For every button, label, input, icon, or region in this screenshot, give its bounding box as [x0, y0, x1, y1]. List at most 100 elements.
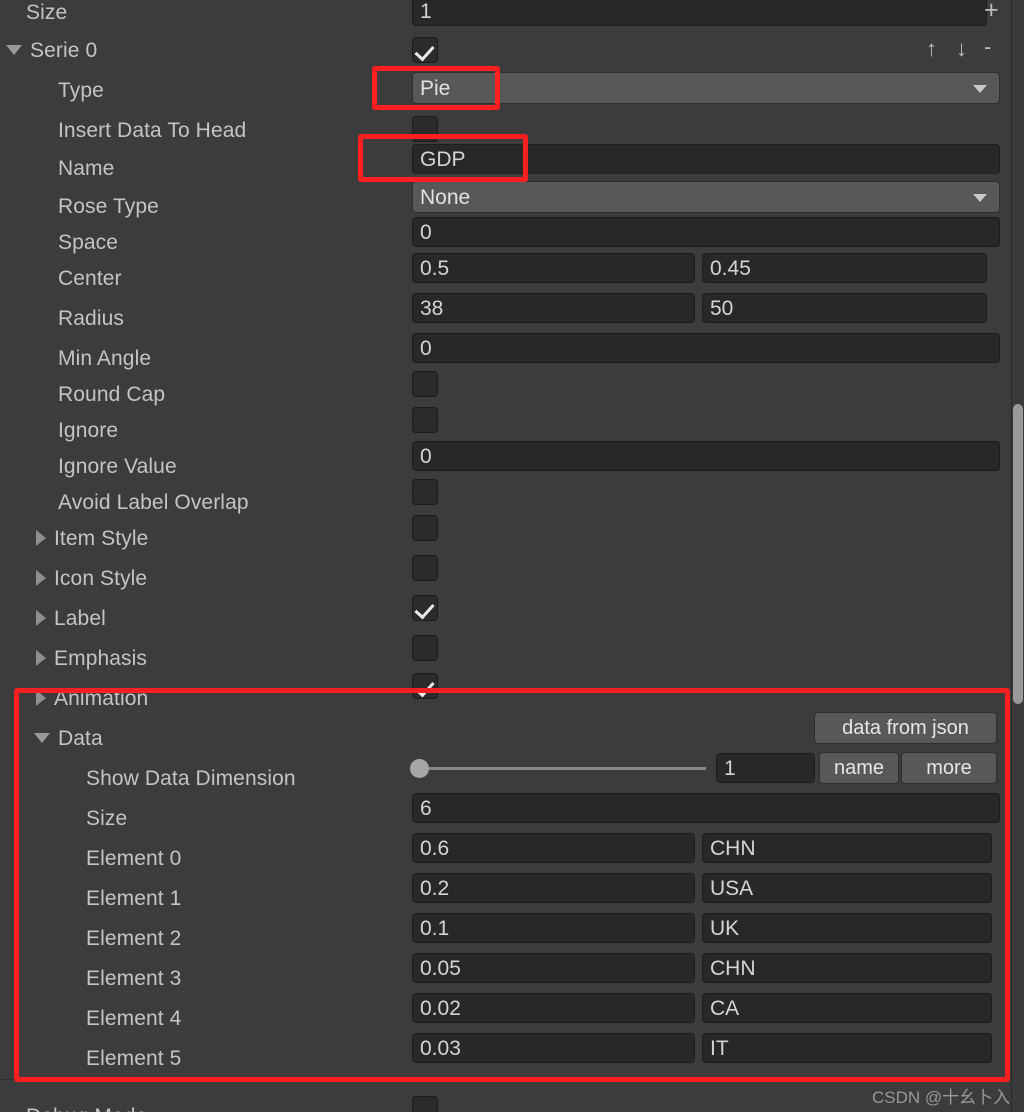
label-foldout[interactable]: Label: [0, 608, 106, 629]
row-label[interactable]: Label: [0, 598, 1012, 638]
data-foldout[interactable]: Data: [0, 728, 103, 749]
chevron-right-icon: [36, 530, 46, 546]
icon-style-foldout[interactable]: Icon Style: [0, 568, 147, 589]
element-1-label: Element 1: [86, 886, 182, 910]
name-label: Name: [58, 156, 115, 180]
type-dropdown[interactable]: Pie: [412, 72, 1000, 104]
element-1-value-input[interactable]: 0.2: [412, 873, 695, 903]
serie-header-label: Serie 0: [30, 38, 98, 62]
data-size-input[interactable]: 6: [412, 793, 1000, 823]
space-input[interactable]: 0: [412, 217, 1000, 247]
animation-checkbox[interactable]: [412, 673, 438, 699]
center-x-input[interactable]: 0.5: [412, 253, 695, 283]
unity-inspector-panel: Size 1 + Serie 0 ↑ ↓ - Type Pie Insert D…: [0, 0, 1024, 1112]
insert-data-to-head-checkbox[interactable]: [412, 116, 438, 142]
element-0-label: Element 0: [86, 846, 182, 870]
footer-divider: [0, 1079, 1012, 1080]
avoid-label-overlap-label: Avoid Label Overlap: [58, 490, 249, 514]
size-label: Size: [26, 0, 68, 24]
row-debug-mode: Debug Mode: [0, 1096, 1012, 1112]
radius-inner-input[interactable]: 38: [412, 293, 695, 323]
chevron-down-icon: [34, 733, 50, 743]
element-3-value-input[interactable]: 0.05: [412, 953, 695, 983]
element-4-value-input[interactable]: 0.02: [412, 993, 695, 1023]
type-label: Type: [58, 78, 104, 102]
icon-style-checkbox[interactable]: [412, 555, 438, 581]
row-avoid-label-overlap: Avoid Label Overlap: [0, 482, 1012, 522]
element-4-name-input[interactable]: CA: [702, 993, 992, 1023]
debug-mode-checkbox[interactable]: [412, 1096, 438, 1112]
element-5-label: Element 5: [86, 1046, 182, 1070]
watermark: CSDN @十幺卜入: [872, 1088, 1011, 1107]
data-header-label: Data: [58, 726, 103, 750]
item-style-foldout[interactable]: Item Style: [0, 528, 148, 549]
ignore-value-input[interactable]: 0: [412, 441, 1000, 471]
emphasis-label: Emphasis: [54, 646, 148, 670]
scrollbar-thumb[interactable]: [1013, 404, 1023, 704]
row-icon-style[interactable]: Icon Style: [0, 558, 1012, 598]
icon-style-label: Icon Style: [54, 566, 148, 590]
round-cap-checkbox[interactable]: [412, 371, 438, 397]
animation-foldout[interactable]: Animation: [0, 688, 148, 709]
serie-enabled-checkbox[interactable]: [412, 37, 438, 63]
round-cap-label: Round Cap: [58, 382, 166, 406]
ignore-checkbox[interactable]: [412, 407, 438, 433]
slider-track: [424, 767, 706, 770]
chevron-down-icon: [973, 194, 987, 202]
row-emphasis[interactable]: Emphasis: [0, 638, 1012, 678]
type-dropdown-value: Pie: [420, 76, 451, 100]
rose-type-label: Rose Type: [58, 194, 159, 218]
move-up-icon[interactable]: ↑: [926, 38, 937, 60]
element-2-label: Element 2: [86, 926, 182, 950]
insert-data-to-head-label: Insert Data To Head: [58, 118, 247, 142]
center-y-input[interactable]: 0.45: [702, 253, 987, 283]
center-label: Center: [58, 266, 122, 290]
serie-header[interactable]: Serie 0: [0, 30, 1012, 70]
row-item-style[interactable]: Item Style: [0, 518, 1012, 558]
element-5-value-input[interactable]: 0.03: [412, 1033, 695, 1063]
name-input[interactable]: GDP: [412, 144, 1000, 174]
show-data-dimension-label: Show Data Dimension: [86, 766, 296, 790]
chevron-down-icon: [973, 85, 987, 93]
scrollbar-track[interactable]: [1012, 0, 1024, 1112]
chevron-right-icon: [36, 690, 46, 706]
rose-type-dropdown[interactable]: None: [412, 181, 1000, 213]
radius-label: Radius: [58, 306, 124, 330]
add-icon[interactable]: +: [984, 0, 999, 23]
item-style-label: Item Style: [54, 526, 149, 550]
element-2-name-input[interactable]: UK: [702, 913, 992, 943]
emphasis-foldout[interactable]: Emphasis: [0, 648, 147, 669]
avoid-label-overlap-checkbox[interactable]: [412, 479, 438, 505]
space-label: Space: [58, 230, 119, 254]
element-1-name-input[interactable]: USA: [702, 873, 992, 903]
row-round-cap: Round Cap: [0, 374, 1012, 414]
more-button[interactable]: more: [901, 752, 997, 784]
chevron-right-icon: [36, 570, 46, 586]
element-2-value-input[interactable]: 0.1: [412, 913, 695, 943]
show-data-dimension-input[interactable]: 1: [716, 753, 815, 783]
element-3-name-input[interactable]: CHN: [702, 953, 992, 983]
chevron-right-icon: [36, 650, 46, 666]
remove-serie-icon[interactable]: -: [984, 36, 991, 58]
emphasis-checkbox[interactable]: [412, 635, 438, 661]
data-from-json-button[interactable]: data from json: [814, 712, 997, 744]
element-0-name-input[interactable]: CHN: [702, 833, 992, 863]
element-0-value-input[interactable]: 0.6: [412, 833, 695, 863]
slider-knob[interactable]: [410, 759, 429, 778]
name-button[interactable]: name: [819, 752, 899, 784]
move-down-icon[interactable]: ↓: [956, 38, 967, 60]
chevron-right-icon: [36, 610, 46, 626]
ignore-label: Ignore: [58, 418, 119, 442]
element-5-name-input[interactable]: IT: [702, 1033, 992, 1063]
animation-label: Animation: [54, 686, 149, 710]
show-data-dimension-slider[interactable]: [410, 753, 706, 783]
ignore-value-label: Ignore Value: [58, 454, 177, 478]
min-angle-input[interactable]: 0: [412, 333, 1000, 363]
item-style-checkbox[interactable]: [412, 515, 438, 541]
size-input[interactable]: 1: [412, 0, 987, 26]
serie-foldout[interactable]: Serie 0: [0, 40, 97, 61]
label-checkbox[interactable]: [412, 595, 438, 621]
radius-outer-input[interactable]: 50: [702, 293, 987, 323]
label-group-label: Label: [54, 606, 106, 630]
element-4-label: Element 4: [86, 1006, 182, 1030]
